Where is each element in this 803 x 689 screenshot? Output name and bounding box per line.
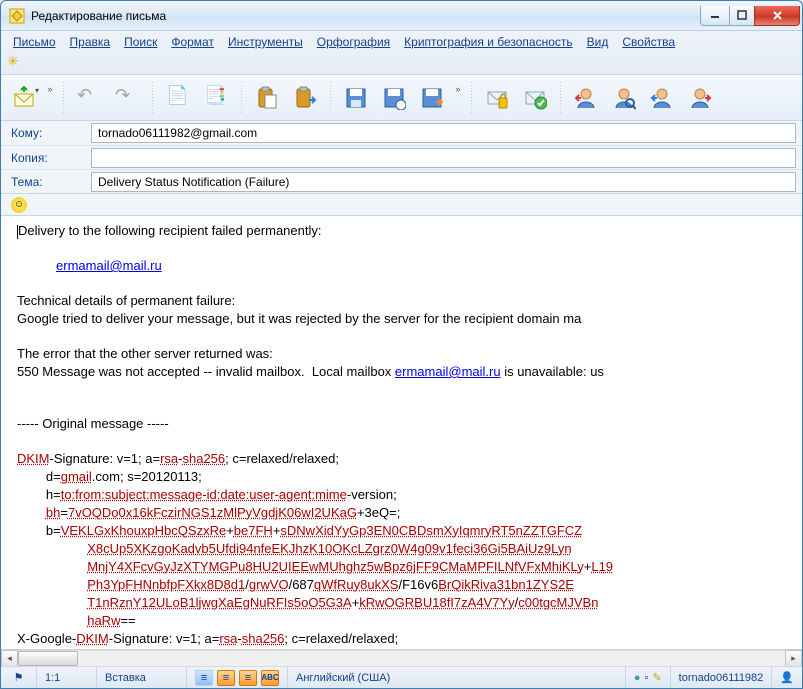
compose-window: Редактирование письма Письмо Правка Поис… — [0, 0, 803, 689]
recipient-link[interactable]: ermamail@mail.ru — [56, 258, 162, 273]
window-buttons — [701, 6, 800, 26]
menu-view[interactable]: Вид — [581, 33, 615, 51]
titlebar[interactable]: Редактирование письма — [1, 1, 802, 31]
status-pen-icon: ✎ — [652, 671, 661, 684]
cc-field[interactable] — [91, 148, 796, 168]
redo-button[interactable]: ↷ — [110, 81, 144, 115]
statusbar: ⚑ 1:1 Вставка ≡ ≡ ≡ ABC Английский (США)… — [1, 666, 802, 688]
horizontal-scrollbar[interactable]: ◂ ▸ — [1, 649, 802, 666]
paste-button[interactable] — [250, 81, 284, 115]
contact-next-button[interactable] — [683, 81, 717, 115]
emoji-bar: ☺ — [1, 194, 802, 216]
recipient-link-2[interactable]: ermamail@mail.ru — [395, 364, 501, 379]
cut-button[interactable]: 📄 — [161, 81, 195, 115]
scroll-track[interactable] — [18, 650, 785, 667]
toolbar-overflow-1[interactable]: » — [45, 81, 55, 115]
status-format-buttons: ≡ ≡ ≡ ABC — [187, 667, 288, 688]
contact-find-button[interactable] — [607, 81, 641, 115]
cc-label: Копия: — [1, 151, 91, 165]
header-fields: Кому: Копия: Тема: — [1, 121, 802, 194]
copy-button[interactable]: 📑 — [199, 81, 233, 115]
menu-spelling[interactable]: Орфография — [311, 33, 396, 51]
menu-crypto[interactable]: Криптография и безопасность — [398, 33, 578, 51]
menu-format[interactable]: Формат — [165, 33, 220, 51]
sign-button[interactable] — [480, 81, 514, 115]
message-body[interactable]: Delivery to the following recipient fail… — [1, 216, 802, 649]
status-mode[interactable]: Вставка — [97, 667, 187, 688]
menubar: Письмо Правка Поиск Формат Инструменты О… — [1, 31, 802, 75]
status-user-icon[interactable]: 👤 — [772, 667, 802, 688]
mark-ok-button[interactable] — [518, 81, 552, 115]
to-field[interactable] — [91, 123, 796, 143]
close-button[interactable] — [754, 6, 800, 26]
spellcheck-icon[interactable]: ABC — [261, 670, 279, 686]
send-button[interactable]: ▾ — [7, 81, 41, 115]
status-position: 1:1 — [37, 667, 97, 688]
toolbar-overflow-2[interactable]: » — [453, 81, 463, 115]
save-as-button[interactable] — [377, 81, 411, 115]
toolbar: ▾ » ↶ ↷ 📄 📑 » — [1, 75, 802, 121]
subject-field[interactable] — [91, 172, 796, 192]
align-center-icon[interactable]: ≡ — [217, 670, 235, 686]
smiley-icon[interactable]: ☺ — [11, 197, 27, 213]
paste-special-button[interactable] — [288, 81, 322, 115]
menu-edit[interactable]: Правка — [64, 33, 117, 51]
status-flag[interactable]: ⚑ — [1, 667, 37, 688]
maximize-button[interactable] — [729, 6, 755, 26]
contact-add-button[interactable] — [645, 81, 679, 115]
save-button[interactable] — [339, 81, 373, 115]
contact-prev-button[interactable] — [569, 81, 603, 115]
subject-label: Тема: — [1, 175, 91, 189]
to-label: Кому: — [1, 126, 91, 140]
save-export-button[interactable] — [415, 81, 449, 115]
gear-icon[interactable]: ✳ — [7, 53, 23, 69]
status-doc-icon: ▫ — [645, 672, 649, 684]
app-icon — [9, 8, 25, 24]
scroll-thumb[interactable] — [18, 651, 78, 666]
menu-search[interactable]: Поиск — [118, 33, 163, 51]
status-account[interactable]: tornado06111982 — [671, 667, 773, 688]
undo-button[interactable]: ↶ — [72, 81, 106, 115]
menu-tools[interactable]: Инструменты — [222, 33, 309, 51]
scroll-left-button[interactable]: ◂ — [1, 650, 18, 667]
status-language[interactable]: Английский (США) — [288, 667, 626, 688]
scroll-right-button[interactable]: ▸ — [785, 650, 802, 667]
status-dot-icon: ● — [634, 672, 641, 684]
align-right-icon[interactable]: ≡ — [239, 670, 257, 686]
menu-file[interactable]: Письмо — [7, 33, 62, 51]
menu-props[interactable]: Свойства — [616, 33, 681, 51]
window-title: Редактирование письма — [31, 9, 701, 23]
status-indicators: ● ▫ ✎ — [626, 667, 671, 688]
minimize-button[interactable] — [700, 6, 730, 26]
align-left-icon[interactable]: ≡ — [195, 670, 213, 686]
